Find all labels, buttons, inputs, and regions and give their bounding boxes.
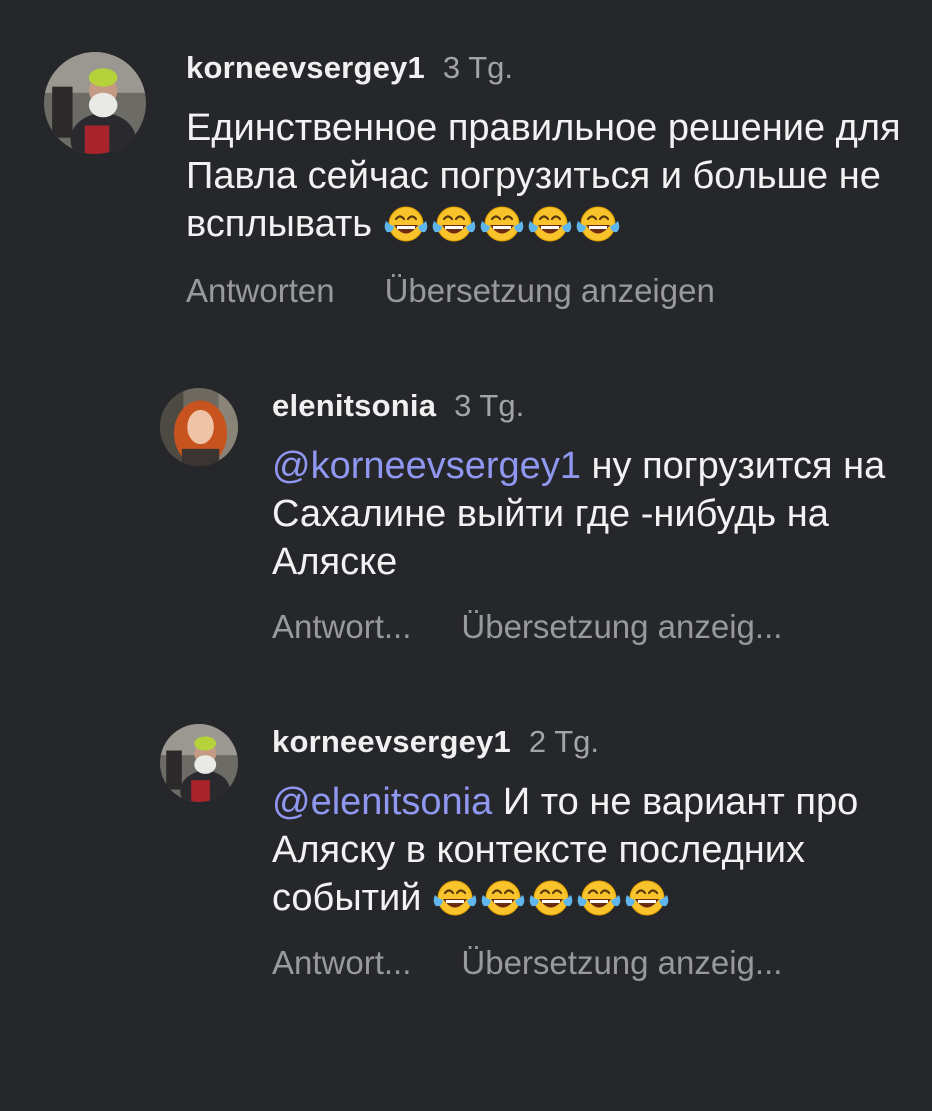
- comment-text: @elenitsonia И то не вариант про Аляску …: [272, 778, 920, 922]
- avatar[interactable]: [160, 724, 238, 802]
- face-with-tears-of-joy-icon: [528, 878, 574, 918]
- emoji-group: [383, 204, 621, 244]
- reply-button[interactable]: Antworten: [186, 272, 335, 310]
- show-translation-button[interactable]: Übersetzung anzeig...: [461, 944, 782, 982]
- reply-button[interactable]: Antwort...: [272, 608, 411, 646]
- face-with-tears-of-joy-icon: [576, 878, 622, 918]
- comment-text: Единственное правильное решение для Павл…: [186, 104, 920, 248]
- avatar[interactable]: [44, 52, 146, 154]
- show-translation-button[interactable]: Übersetzung anzeig...: [461, 608, 782, 646]
- comment-username[interactable]: korneevsergey1: [186, 50, 425, 86]
- comment-timestamp: 3 Tg.: [454, 388, 525, 423]
- reply-button[interactable]: Antwort...: [272, 944, 411, 982]
- comment-timestamp: 2 Tg.: [528, 724, 599, 759]
- mention-link[interactable]: @elenitsonia: [272, 781, 492, 823]
- face-with-tears-of-joy-icon: [624, 878, 670, 918]
- face-with-tears-of-joy-icon: [383, 204, 429, 244]
- emoji-group: [432, 878, 670, 918]
- face-with-tears-of-joy-icon: [431, 204, 477, 244]
- comment-text: @korneevsergey1 ну погрузится на Сахалин…: [272, 442, 920, 586]
- face-with-tears-of-joy-icon: [479, 204, 525, 244]
- face-with-tears-of-joy-icon: [527, 204, 573, 244]
- comment-username[interactable]: elenitsonia: [272, 388, 436, 424]
- face-with-tears-of-joy-icon: [432, 878, 478, 918]
- face-with-tears-of-joy-icon: [575, 204, 621, 244]
- comment-username[interactable]: korneevsergey1: [272, 724, 511, 760]
- comment-timestamp: 3 Tg.: [442, 50, 513, 85]
- avatar[interactable]: [160, 388, 238, 466]
- mention-link[interactable]: @korneevsergey1: [272, 445, 581, 487]
- show-translation-button[interactable]: Übersetzung anzeigen: [385, 272, 715, 310]
- face-with-tears-of-joy-icon: [480, 878, 526, 918]
